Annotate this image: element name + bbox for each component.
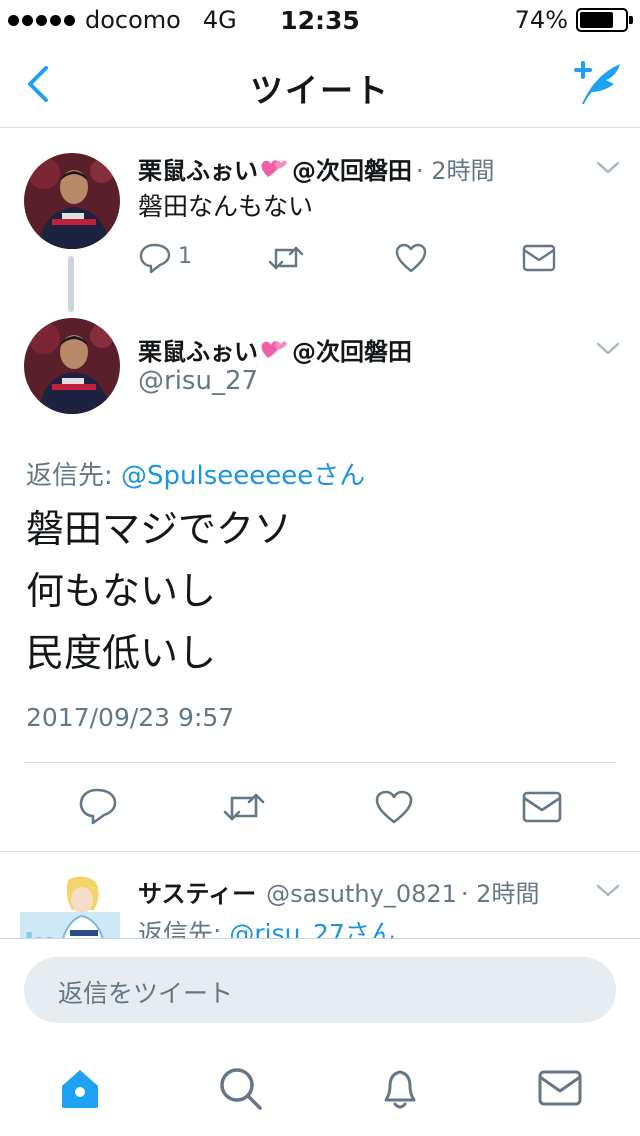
reply-to-user-link[interactable]: @risu_27さん bbox=[229, 919, 394, 938]
tweet-text-line: 磐田マジでクソ bbox=[26, 507, 293, 551]
chevron-down-icon[interactable] bbox=[594, 882, 622, 900]
page-title: ツイート bbox=[250, 71, 390, 110]
tab-bar bbox=[0, 1038, 640, 1136]
avatar[interactable]: Ju bbox=[20, 870, 120, 938]
reply-input[interactable]: 返信をツイート bbox=[24, 957, 616, 1023]
battery-percent: 74% bbox=[514, 6, 568, 34]
compose-tweet-icon[interactable] bbox=[568, 56, 624, 108]
status-bar: docomo 4G 12:35 74% bbox=[0, 0, 640, 40]
messages-icon[interactable] bbox=[536, 1064, 584, 1112]
tweet-text: 磐田なんもない bbox=[138, 192, 314, 221]
search-icon[interactable] bbox=[216, 1064, 264, 1112]
reply-input-placeholder: 返信をツイート bbox=[58, 979, 234, 1008]
tweet-reply[interactable]: Ju サスティー @sasuthy_0821 · 2時間 返信先: @risu_… bbox=[0, 852, 640, 938]
tweet-header: 栗鼠ふぉい @次回磐田 · 2時間 bbox=[138, 151, 495, 186]
user-name[interactable]: 栗鼠ふぉい bbox=[138, 151, 258, 186]
reply-composer-bar: 返信をツイート bbox=[0, 938, 640, 1038]
tweet-header: 栗鼠ふぉい @次回磐田 bbox=[138, 332, 412, 367]
message-icon[interactable] bbox=[522, 244, 556, 272]
reply-to-prefix: 返信先: bbox=[26, 461, 122, 491]
chevron-down-icon[interactable] bbox=[594, 159, 622, 177]
nav-bar: ツイート bbox=[0, 40, 640, 128]
reply-count: 1 bbox=[178, 244, 192, 269]
retweet-icon[interactable] bbox=[222, 789, 266, 825]
like-icon[interactable] bbox=[394, 242, 428, 274]
home-icon[interactable] bbox=[56, 1064, 104, 1112]
tweet-timestamp: 2017/09/23 9:57 bbox=[26, 703, 235, 732]
message-icon[interactable] bbox=[522, 791, 562, 823]
reply-to-prefix: 返信先: bbox=[138, 919, 230, 938]
retweet-icon[interactable] bbox=[268, 242, 304, 274]
user-name[interactable]: 栗鼠ふぉい bbox=[138, 332, 258, 367]
reply-to: 返信先: @Spulseeeeeeさん bbox=[26, 455, 365, 492]
like-icon[interactable] bbox=[374, 789, 414, 825]
battery-icon bbox=[576, 8, 633, 32]
thread-connector bbox=[68, 256, 74, 312]
tweet-header: サスティー @sasuthy_0821 · 2時間 bbox=[138, 874, 539, 909]
user-name[interactable]: サスティー bbox=[138, 874, 256, 909]
sparkling-heart-icon bbox=[261, 341, 287, 358]
reply-icon[interactable] bbox=[78, 787, 118, 825]
sparkling-heart-icon bbox=[261, 160, 287, 177]
tweet-actions bbox=[0, 785, 640, 829]
avatar[interactable] bbox=[24, 318, 120, 414]
status-right: 74% bbox=[514, 6, 633, 34]
tweet-text-line: 民度低いし bbox=[26, 631, 217, 675]
user-handle[interactable]: @risu_27 bbox=[138, 366, 258, 396]
reply-to-user-link[interactable]: @Spulseeeeeeさん bbox=[121, 461, 365, 491]
svg-text:Ju: Ju bbox=[22, 926, 54, 938]
chevron-down-icon[interactable] bbox=[594, 340, 622, 358]
tweet-time: · 2時間 bbox=[416, 157, 495, 185]
tweet-text-line: 何もないし bbox=[26, 569, 217, 613]
tweet-time: · 2時間 bbox=[460, 880, 540, 908]
divider bbox=[24, 762, 616, 763]
user-screen-name[interactable]: @次回磐田 bbox=[292, 332, 412, 367]
reply-icon[interactable] bbox=[138, 242, 172, 274]
tweet-text: 磐田マジでクソ 何もないし 民度低いし bbox=[26, 498, 292, 684]
user-screen-name[interactable]: @sasuthy_0821 bbox=[266, 880, 457, 908]
notifications-icon[interactable] bbox=[376, 1064, 424, 1112]
reply-to: 返信先: @risu_27さん bbox=[138, 914, 395, 938]
user-screen-name[interactable]: @次回磐田 bbox=[292, 151, 412, 186]
avatar[interactable] bbox=[24, 153, 120, 249]
tweet-actions: 1 bbox=[138, 240, 578, 276]
